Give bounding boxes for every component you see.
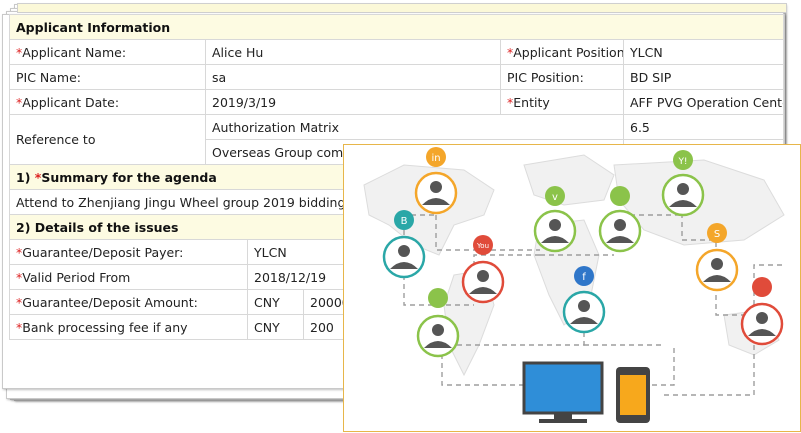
smartphone-icon bbox=[616, 367, 650, 423]
applicant-date-label-text: Applicant Date: bbox=[22, 94, 120, 110]
linkedin-icon: in bbox=[431, 153, 440, 164]
applicant-name-label: *Applicant Name: bbox=[9, 39, 206, 65]
foursquare-icon bbox=[610, 186, 630, 206]
entity-value[interactable]: AFF PVG Operation Center bbox=[622, 89, 785, 115]
twitter-node bbox=[740, 277, 784, 346]
entity-label: *Entity bbox=[500, 89, 624, 115]
applicant-position-value[interactable]: YLCN bbox=[622, 39, 785, 65]
applicant-information-header: Applicant Information bbox=[8, 14, 785, 40]
payer-label: *Guarantee/Deposit Payer: bbox=[9, 239, 248, 265]
reference-label: Reference to bbox=[9, 114, 206, 165]
twitter-icon bbox=[752, 277, 772, 297]
yahoo-node: Y! bbox=[661, 150, 705, 217]
valid-period-label-text: Valid Period From bbox=[22, 269, 131, 285]
pic-name-label: PIC Name: bbox=[9, 64, 206, 90]
stacked-sheet-edge bbox=[17, 3, 787, 13]
social-network-illustration: in v Y! B You S f bbox=[343, 144, 801, 432]
summary-header-prefix: 1) bbox=[16, 169, 35, 185]
payer-label-text: Guarantee/Deposit Payer: bbox=[22, 244, 184, 260]
bank-fee-currency[interactable]: CNY bbox=[247, 314, 304, 340]
applicant-name-label-text: Applicant Name: bbox=[22, 44, 127, 60]
youtube-node: You bbox=[461, 235, 505, 304]
reference-value: 6.5 bbox=[622, 114, 785, 140]
bank-fee-label: *Bank processing fee if any bbox=[9, 314, 248, 340]
valid-period-label: *Valid Period From bbox=[9, 264, 248, 290]
applicant-date-label: *Applicant Date: bbox=[9, 89, 206, 115]
yahoo-icon: Y! bbox=[677, 157, 687, 167]
tripadvisor-icon bbox=[428, 288, 448, 308]
applicant-position-label: *Applicant Position: bbox=[500, 39, 624, 65]
reference-name: Authorization Matrix bbox=[205, 114, 624, 140]
entity-label-text: Entity bbox=[513, 94, 550, 110]
blogger-icon: B bbox=[401, 216, 408, 227]
vine-icon: v bbox=[552, 192, 558, 203]
bank-fee-label-text: Bank processing fee if any bbox=[22, 319, 188, 335]
amount-label: *Guarantee/Deposit Amount: bbox=[9, 289, 248, 315]
youtube-icon: You bbox=[476, 242, 489, 250]
monitor-icon bbox=[522, 361, 604, 423]
world-network-graphic: in v Y! B You S f bbox=[363, 147, 785, 423]
amount-currency[interactable]: CNY bbox=[247, 289, 304, 315]
linkedin-node: in bbox=[414, 147, 458, 215]
pic-position-label: PIC Position: bbox=[500, 64, 624, 90]
amount-label-text: Guarantee/Deposit Amount: bbox=[22, 294, 198, 310]
applicant-name-value[interactable]: Alice Hu bbox=[205, 39, 501, 65]
pic-name-value[interactable]: sa bbox=[205, 64, 501, 90]
pic-position-value[interactable]: BD SIP bbox=[622, 64, 785, 90]
applicant-position-label-text: Applicant Position: bbox=[513, 44, 624, 60]
applicant-date-value[interactable]: 2019/3/19 bbox=[205, 89, 501, 115]
facebook-icon: f bbox=[582, 272, 586, 283]
summary-header-title: Summary for the agenda bbox=[41, 169, 217, 185]
skype-icon: S bbox=[714, 229, 720, 240]
